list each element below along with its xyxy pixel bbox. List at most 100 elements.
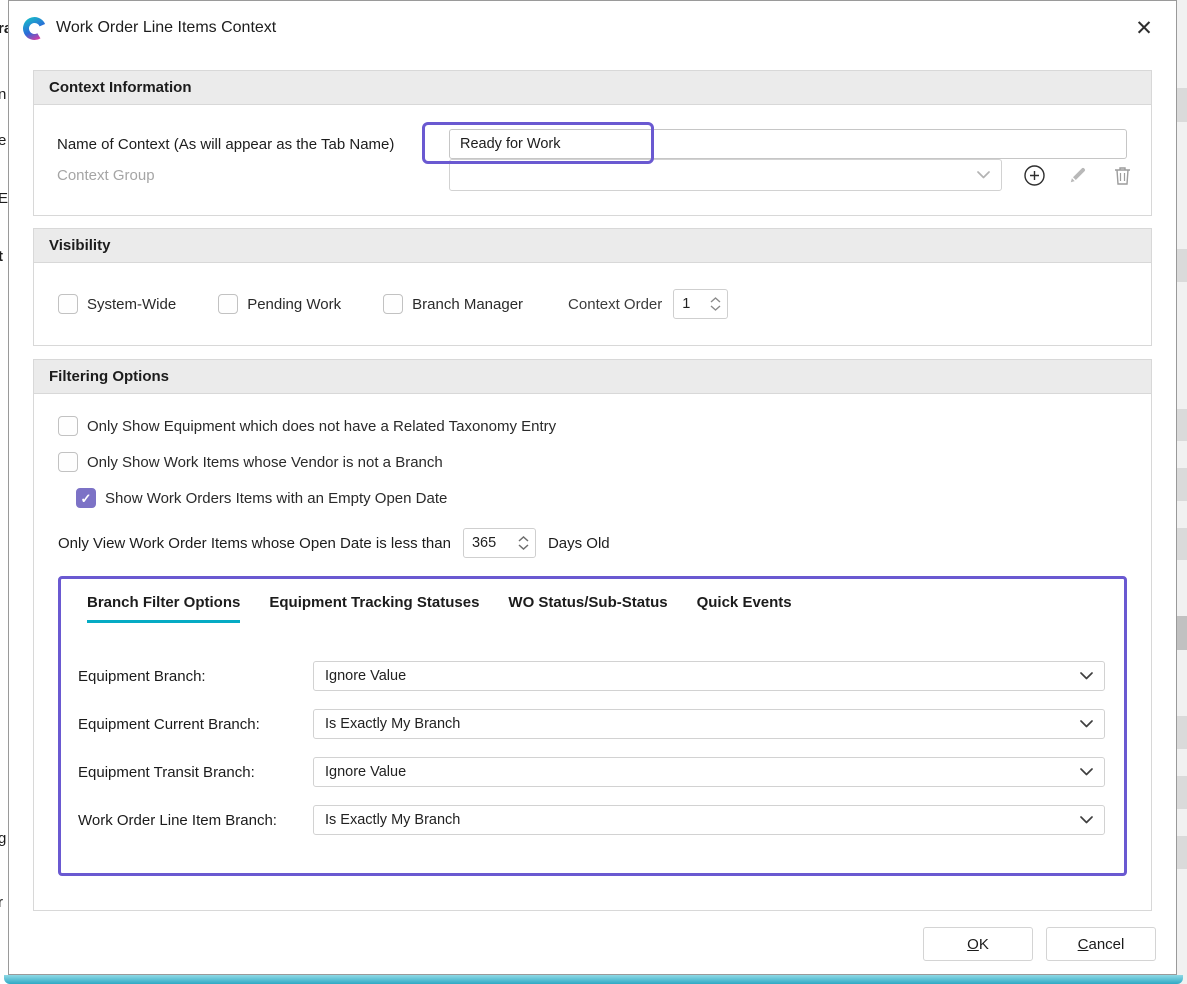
background-window-bottom-edge — [4, 975, 1183, 984]
spinner-down-icon[interactable] — [518, 544, 529, 550]
background-row-fragment — [1177, 836, 1187, 869]
filtering-options-body: Only Show Equipment which does not have … — [34, 394, 1151, 910]
background-text-fragment: E — [0, 190, 8, 207]
context-information-body: Name of Context (As will appear as the T… — [34, 105, 1151, 215]
equipment-current-branch-label: Equipment Current Branch: — [78, 716, 313, 733]
equipment-current-branch-row: Equipment Current Branch: Is Exactly My … — [61, 709, 1124, 739]
tab-branch-filter-options[interactable]: Branch Filter Options — [87, 594, 240, 623]
dropdown-value: Ignore Value — [325, 764, 406, 780]
context-group-dropdown[interactable] — [449, 159, 1002, 191]
section-header-context-information: Context Information — [34, 71, 1151, 105]
chevron-down-icon — [1080, 672, 1093, 680]
empty-open-date-checkbox[interactable]: ✓ Show Work Orders Items with an Empty O… — [34, 488, 1151, 508]
context-name-input[interactable] — [449, 129, 1127, 159]
chevron-down-icon — [977, 171, 990, 179]
section-header-filtering-options: Filtering Options — [34, 360, 1151, 394]
context-name-label: Name of Context (As will appear as the T… — [57, 136, 449, 153]
checkbox-unchecked-icon[interactable] — [58, 452, 78, 472]
context-order-label: Context Order — [568, 296, 662, 313]
days-old-prefix-label: Only View Work Order Items whose Open Da… — [58, 535, 451, 552]
delete-context-group-button[interactable] — [1110, 163, 1134, 187]
days-old-row: Only View Work Order Items whose Open Da… — [34, 528, 1151, 558]
equipment-transit-branch-row: Equipment Transit Branch: Ignore Value — [61, 757, 1124, 787]
background-row-fragment — [1177, 249, 1187, 282]
background-window-edge — [1177, 0, 1187, 984]
work-order-line-item-branch-row: Work Order Line Item Branch: Is Exactly … — [61, 805, 1124, 835]
system-wide-checkbox[interactable]: System-Wide — [58, 294, 176, 314]
checkbox-label: System-Wide — [87, 296, 176, 313]
dialog-title: Work Order Line Items Context — [56, 19, 276, 37]
add-context-group-button[interactable] — [1022, 163, 1046, 187]
dropdown-value: Is Exactly My Branch — [325, 812, 460, 828]
background-row-fragment — [1177, 716, 1187, 749]
days-old-spinner[interactable]: 365 — [463, 528, 536, 558]
context-group-row: Context Group — [34, 159, 1151, 191]
checkbox-unchecked-icon[interactable] — [218, 294, 238, 314]
work-order-line-items-context-dialog: Work Order Line Items Context ✕ Context … — [8, 0, 1177, 975]
close-icon[interactable]: ✕ — [1128, 12, 1160, 44]
equipment-current-branch-dropdown[interactable]: Is Exactly My Branch — [313, 709, 1105, 739]
pencil-icon — [1068, 165, 1088, 185]
pending-work-checkbox[interactable]: Pending Work — [218, 294, 341, 314]
spinner-up-icon[interactable] — [518, 536, 529, 542]
tab-equipment-tracking-statuses[interactable]: Equipment Tracking Statuses — [269, 594, 479, 623]
branch-manager-checkbox[interactable]: Branch Manager — [383, 294, 523, 314]
section-header-visibility: Visibility — [34, 229, 1151, 263]
filtering-options-section: Filtering Options Only Show Equipment wh… — [33, 359, 1152, 911]
checkbox-label: Only Show Equipment which does not have … — [87, 418, 556, 435]
background-row-fragment — [1177, 616, 1187, 650]
checkbox-label: Pending Work — [247, 296, 341, 313]
context-group-label: Context Group — [57, 167, 449, 184]
chevron-down-icon — [1080, 768, 1093, 776]
visibility-section: Visibility System-Wide Pending Work Bran… — [33, 228, 1152, 346]
work-order-line-item-branch-dropdown[interactable]: Is Exactly My Branch — [313, 805, 1105, 835]
checkbox-label: Only Show Work Items whose Vendor is not… — [87, 454, 443, 471]
checkbox-unchecked-icon[interactable] — [383, 294, 403, 314]
plus-circle-icon — [1023, 164, 1046, 187]
equipment-transit-branch-dropdown[interactable]: Ignore Value — [313, 757, 1105, 787]
checkbox-unchecked-icon[interactable] — [58, 294, 78, 314]
no-taxonomy-entry-checkbox[interactable]: Only Show Equipment which does not have … — [34, 416, 1151, 436]
dropdown-value: Ignore Value — [325, 668, 406, 684]
context-order-spinner[interactable]: 1 — [673, 289, 728, 319]
equipment-transit-branch-label: Equipment Transit Branch: — [78, 764, 313, 781]
context-name-row: Name of Context (As will appear as the T… — [34, 129, 1151, 159]
dialog-titlebar: Work Order Line Items Context ✕ — [9, 1, 1176, 55]
chevron-down-icon — [1080, 720, 1093, 728]
dropdown-value: Is Exactly My Branch — [325, 716, 460, 732]
background-row-fragment — [1177, 88, 1187, 122]
cancel-button[interactable]: Cancel — [1046, 927, 1156, 961]
tab-quick-events[interactable]: Quick Events — [697, 594, 792, 623]
background-text-fragment: r — [0, 894, 3, 911]
check-mark-icon: ✓ — [81, 492, 92, 505]
ok-button[interactable]: OK — [923, 927, 1033, 961]
equipment-branch-row: Equipment Branch: Ignore Value — [61, 661, 1124, 691]
screen: ra n e E t g r — [0, 0, 1187, 984]
tab-wo-status-sub-status[interactable]: WO Status/Sub-Status — [508, 594, 667, 623]
branch-filter-panel: Branch Filter Options Equipment Tracking… — [58, 576, 1127, 876]
checkbox-checked-icon[interactable]: ✓ — [76, 488, 96, 508]
background-text-fragment: t — [0, 248, 3, 265]
context-information-section: Context Information Name of Context (As … — [33, 70, 1152, 216]
spinner-arrows[interactable] — [710, 297, 721, 311]
dialog-footer: OK Cancel — [923, 927, 1156, 961]
days-old-suffix-label: Days Old — [548, 535, 610, 552]
edit-context-group-button[interactable] — [1066, 163, 1090, 187]
work-order-line-item-branch-label: Work Order Line Item Branch: — [78, 812, 313, 829]
background-text-fragment: e — [0, 132, 6, 149]
background-row-fragment — [1177, 528, 1187, 560]
spinner-down-icon[interactable] — [710, 305, 721, 311]
background-row-fragment — [1177, 409, 1187, 441]
background-text-fragment: ra — [0, 20, 8, 37]
spinner-up-icon[interactable] — [710, 297, 721, 303]
spinner-arrows[interactable] — [518, 536, 529, 550]
checkbox-unchecked-icon[interactable] — [58, 416, 78, 436]
background-row-fragment — [1177, 776, 1187, 809]
background-row-fragment — [1177, 468, 1187, 501]
checkbox-label: Show Work Orders Items with an Empty Ope… — [105, 490, 447, 507]
chevron-down-icon — [1080, 816, 1093, 824]
checkbox-label: Branch Manager — [412, 296, 523, 313]
equipment-branch-dropdown[interactable]: Ignore Value — [313, 661, 1105, 691]
vendor-not-branch-checkbox[interactable]: Only Show Work Items whose Vendor is not… — [34, 452, 1151, 472]
visibility-body: System-Wide Pending Work Branch Manager … — [34, 263, 1151, 345]
